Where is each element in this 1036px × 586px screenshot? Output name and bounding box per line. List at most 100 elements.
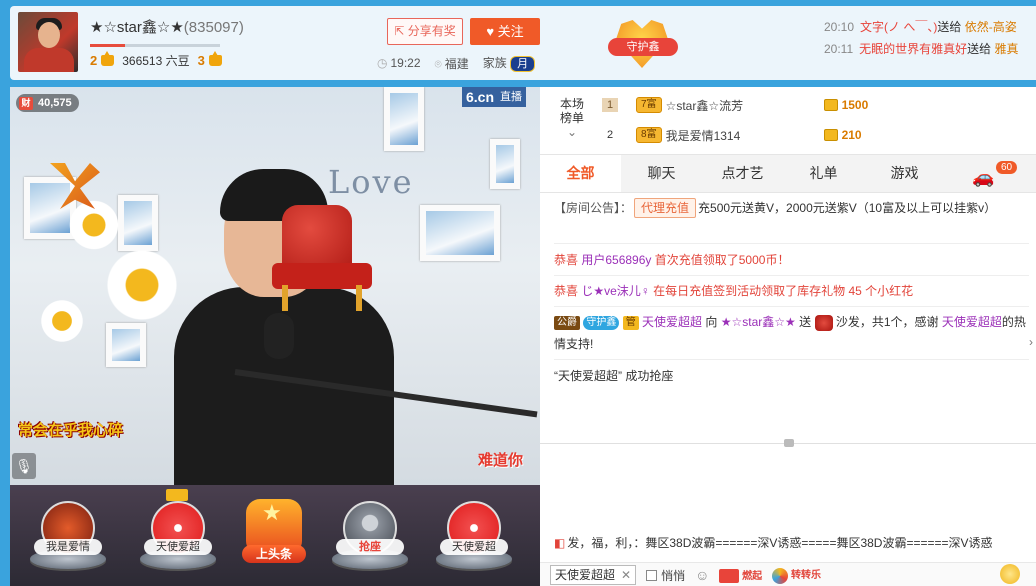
headline-label: 上头条 xyxy=(242,545,306,563)
location-text: 福建 xyxy=(444,56,469,71)
microphone xyxy=(264,313,294,359)
resize-handle-icon[interactable] xyxy=(784,439,794,447)
wall-frame xyxy=(420,205,500,261)
crown-icon xyxy=(166,489,188,501)
rich-level-badge: 7富 xyxy=(636,97,662,113)
tab-games[interactable]: 游戏 xyxy=(864,155,945,192)
host-id: (835097) xyxy=(183,19,244,36)
share-button[interactable]: ⇱ 分享有奖 xyxy=(387,18,463,45)
chat-user[interactable]: ★☆star鑫☆★ xyxy=(721,315,796,329)
follow-label: 关注 xyxy=(497,24,524,39)
chat-messages: 【房间公告】： 代理充值 充500元送黄V，2000元送紫V（10富及以上可以挂紫v… xyxy=(540,193,1036,443)
beans-count: 366513 六豆 xyxy=(122,54,190,68)
room-notice: 【房间公告】： 代理充值 充500元送黄V，2000元送紫V（10富及以上可以挂紫v… xyxy=(554,197,1029,219)
rank-number: 1 xyxy=(602,98,618,112)
chat-toolbar: 天使爱超超 ✕ 悄悄 ☺ 燃起 转转乐 xyxy=(540,562,1036,586)
level-row: 2 366513 六豆 3 xyxy=(90,51,222,69)
chat-text: 向 xyxy=(705,315,718,329)
time-info: ◷ 19:22 xyxy=(377,56,421,70)
live-label: 直播 xyxy=(500,91,523,103)
site-logo: 6.cn 直播 xyxy=(462,87,527,107)
gift-log-item: 20:11 无眠的世界有雅真好送给 雅真 xyxy=(824,38,1036,60)
sofa-gift-icon xyxy=(272,205,372,315)
chat-user[interactable]: 天使爱超超 xyxy=(642,315,702,329)
gift-log: 20:10 文字(ノ へ￣、)送给 依然-高姿 20:11 无眠的世界有雅真好送给 … xyxy=(824,16,1036,60)
promo-label: 燃起 xyxy=(742,570,763,582)
video-stream[interactable]: Love 财 40,575 6.cn 直播 常会在乎我心碎 难道你 🎙 xyxy=(10,87,540,485)
chat-user[interactable]: 天使爱超超 xyxy=(942,315,1002,329)
seat-label: 天使爱超 xyxy=(144,539,212,555)
host-name-text: ★☆star鑫☆★ xyxy=(90,19,184,36)
location-pin-icon: ⌾ xyxy=(434,56,442,71)
agent-recharge-chip[interactable]: 代理充值 xyxy=(634,198,697,218)
sofa-icon xyxy=(814,314,833,331)
emoji-icon[interactable]: ☺ xyxy=(695,567,709,583)
chat-text: 沙发，共1个，感谢 xyxy=(835,315,939,329)
rank-user[interactable]: ☆star鑫☆流芳 xyxy=(666,97,824,114)
host-avatar[interactable] xyxy=(18,12,78,72)
chat-text: 送 xyxy=(799,315,812,329)
chat-message: 恭喜 用户656896y 首次充值领取了5000币！ xyxy=(554,249,1029,271)
wealth-badge[interactable]: 财 40,575 xyxy=(16,94,79,112)
follow-button[interactable]: ♥ 关注 xyxy=(470,18,540,45)
gift-log-item: 20:10 文字(ノ へ￣、)送给 依然-高姿 xyxy=(824,16,1036,38)
chat-target[interactable]: 天使爱超超 ✕ xyxy=(550,565,637,585)
gift-log-user[interactable]: 无眠的世界有雅真好 xyxy=(859,42,967,56)
close-icon[interactable]: ✕ xyxy=(621,566,631,584)
guard-badge-small: 守护鑫 xyxy=(583,315,620,330)
location-info: ⌾ 福建 xyxy=(435,55,469,72)
chat-input-area: ◧ 发，福，利，：舞区38D波霸======深V诱惑=====舞区38D波霸===… xyxy=(540,439,1036,586)
whisper-toggle[interactable]: 悄悄 xyxy=(646,567,685,584)
wealth-value: 40,575 xyxy=(38,97,72,109)
headline-button[interactable]: ★ 上头条 xyxy=(238,499,308,579)
rank-title[interactable]: 本场 榜单 ⌄ xyxy=(552,97,592,139)
seat-4[interactable]: 抢座 xyxy=(330,497,410,579)
rank-row[interactable]: 2 8富 我是爱情1314 210 xyxy=(602,121,1032,149)
gift-log-user[interactable]: 文字(ノ へ￣、) xyxy=(860,20,937,34)
tab-gift-list[interactable]: 礼单 xyxy=(783,155,864,192)
chevron-down-icon: ⌄ xyxy=(566,125,578,139)
chat-text: 在每日充值签到活动领取了库存礼物 45 个小红花 xyxy=(653,284,914,298)
family-badge[interactable]: 月 xyxy=(510,56,536,72)
chat-user[interactable]: 用户656896y xyxy=(581,253,651,267)
gift-log-target[interactable]: 雅真 xyxy=(995,42,1019,56)
promo-spin[interactable]: 转转乐 xyxy=(772,566,821,584)
share-label: 分享有奖 xyxy=(407,24,456,38)
crown-icon xyxy=(208,51,222,66)
crown-icon xyxy=(101,51,115,66)
wall-frame xyxy=(384,87,424,151)
tab-talent[interactable]: 点才艺 xyxy=(702,155,783,192)
lightbulb-icon[interactable] xyxy=(1000,564,1020,584)
promo-burn[interactable]: 燃起 xyxy=(719,567,763,584)
whisper-checkbox[interactable] xyxy=(646,569,658,581)
seat-5[interactable]: 天使爱超 xyxy=(434,497,514,579)
seat-label: 天使爱超 xyxy=(440,539,508,555)
guard-badge[interactable]: 守护鑫 xyxy=(608,20,678,76)
chat-user[interactable]: じ★ve沫儿♀ xyxy=(581,284,649,298)
daisy-decoration xyxy=(102,245,182,325)
time-text: 19:22 xyxy=(390,56,421,70)
seat-1[interactable]: 我是爱情 xyxy=(28,497,108,579)
notice-text: 充500元送黄V，2000元送紫V（10富及以上可以挂紫v） xyxy=(698,201,997,215)
room-meta: ◷ 19:22 ⌾ 福建 家族 月 xyxy=(377,54,536,72)
guard-label: 守护鑫 xyxy=(608,38,678,56)
rank-coins: 210 xyxy=(841,128,862,142)
tab-all[interactable]: 全部 xyxy=(540,155,621,192)
tab-chat[interactable]: 聊天 xyxy=(621,155,702,192)
microphone-icon[interactable]: 🎙 xyxy=(12,453,36,479)
chat-message: 恭喜 じ★ve沫儿♀ 在每日充值签到活动领取了库存礼物 45 个小红花 xyxy=(554,280,1029,302)
chat-text: 首次充值领取了5000币！ xyxy=(654,253,790,267)
host-name[interactable]: ★☆star鑫☆★(835097) xyxy=(90,16,244,37)
chat-target-name: 天使爱超超 xyxy=(555,568,616,582)
rank-user[interactable]: 我是爱情1314 xyxy=(666,127,824,144)
gift-log-target[interactable]: 依然-高姿 xyxy=(965,20,1017,34)
seat-2[interactable]: 天使爱超 xyxy=(138,489,218,579)
duke-badge: 公爵 xyxy=(554,315,580,330)
gift-log-action: 送给 xyxy=(967,42,992,56)
rank-title-line1: 本场 xyxy=(559,97,584,111)
rank-row[interactable]: 1 7富 ☆star鑫☆流芳 1500 xyxy=(602,91,1032,119)
right-panel: 本场 榜单 ⌄ 1 7富 ☆star鑫☆流芳 1500 2 8富 我是爱情131… xyxy=(540,87,1036,586)
family-info[interactable]: 家族 月 xyxy=(483,54,536,72)
share-icon: ⇱ xyxy=(394,24,405,38)
collapse-panel-icon[interactable]: › xyxy=(1029,335,1036,349)
